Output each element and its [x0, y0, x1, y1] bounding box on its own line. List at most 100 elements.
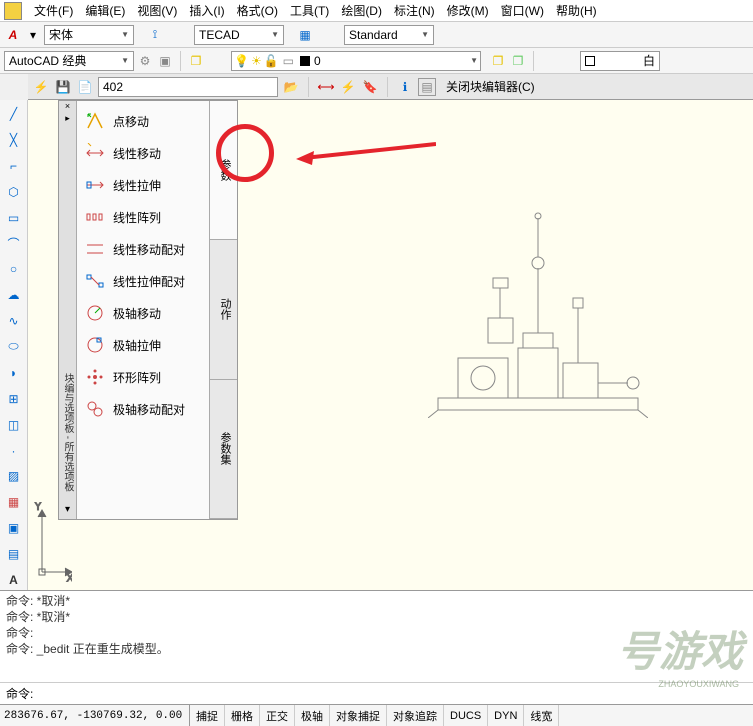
command-input[interactable] [37, 687, 747, 701]
menu-help[interactable]: 帮助(H) [550, 0, 603, 21]
workspace-select[interactable]: AutoCAD 经典 ▼ [4, 51, 134, 71]
status-osnap[interactable]: 对象捕捉 [330, 705, 387, 726]
drawing-canvas[interactable]: × ▸ 块编与选项板 - 所有选项板 ▾ 点移动 线性移动 线性拉伸 线性阵列 … [28, 100, 753, 590]
action-icon[interactable]: ⚡ [339, 78, 357, 96]
palette-item[interactable]: 线性移动 [81, 137, 205, 169]
polar-move-pair-icon [85, 399, 105, 419]
font-select[interactable]: 宋体 ▼ [44, 25, 134, 45]
menu-file[interactable]: 文件(F) [28, 0, 79, 21]
dim-style-select[interactable]: TECAD ▼ [194, 25, 284, 45]
status-coords[interactable]: 283676.67, -130769.32, 0.00 [0, 705, 190, 726]
gradient-tool-icon[interactable]: ▦ [4, 492, 24, 512]
app-icon [4, 2, 22, 20]
status-snap[interactable]: 捕捉 [190, 705, 225, 726]
block-name-input[interactable] [98, 77, 278, 97]
linear-array-icon [85, 207, 105, 227]
edit-block-icon[interactable]: ⚡ [32, 78, 50, 96]
spline-tool-icon[interactable]: ∿ [4, 311, 24, 331]
layer-manager-icon[interactable]: ❐ [187, 52, 205, 70]
menu-dim[interactable]: 标注(N) [388, 0, 441, 21]
attr-def-icon[interactable]: 🔖 [361, 78, 379, 96]
visibility-icon[interactable]: ℹ [396, 78, 414, 96]
arc-tool-icon[interactable]: ⌒ [4, 233, 24, 253]
command-line: 命令: *取消* [6, 609, 747, 625]
lock-icon: 🔓 [264, 54, 279, 68]
polyline-tool-icon[interactable]: ⌐ [4, 156, 24, 176]
menu-edit[interactable]: 编辑(E) [79, 0, 131, 21]
hatch-tool-icon[interactable]: ▨ [4, 466, 24, 486]
rectangle-tool-icon[interactable]: ▭ [4, 208, 24, 228]
menu-draw[interactable]: 绘图(D) [335, 0, 388, 21]
palette-item[interactable]: 极轴拉伸 [81, 329, 205, 361]
palette-item[interactable]: 线性拉伸配对 [81, 265, 205, 297]
status-otrack[interactable]: 对象追踪 [387, 705, 444, 726]
status-dyn[interactable]: DYN [488, 705, 524, 726]
menu-view[interactable]: 视图(V) [131, 0, 183, 21]
menu-format[interactable]: 格式(O) [231, 0, 284, 21]
status-ducs[interactable]: DUCS [444, 705, 488, 726]
save-block-as-icon[interactable]: 📄 [76, 78, 94, 96]
close-block-editor-button[interactable]: 关闭块编辑器(C) [440, 76, 541, 97]
palette-item-label: 线性拉伸 [113, 177, 161, 194]
dim-style-icon[interactable]: ⟟ [146, 26, 164, 44]
palette-auto-hide-icon[interactable]: ▸ [65, 113, 70, 124]
palette-list[interactable]: 点移动 线性移动 线性拉伸 线性阵列 线性移动配对 线性拉伸配对 极轴移动 极轴… [77, 101, 209, 519]
layer-states-icon[interactable]: ❐ [509, 52, 527, 70]
status-grid[interactable]: 栅格 [225, 705, 260, 726]
palette-item[interactable]: 点移动 [81, 105, 205, 137]
command-line: 命令: _bedit 正在重生成模型。 [6, 641, 747, 657]
status-ortho[interactable]: 正交 [260, 705, 295, 726]
ellipse-arc-tool-icon[interactable]: ◗ [4, 363, 24, 383]
palette-item[interactable]: 线性拉伸 [81, 169, 205, 201]
insert-block-tool-icon[interactable]: ⊞ [4, 389, 24, 409]
color-label: 白 [643, 52, 655, 69]
palette-close-icon[interactable]: × [65, 101, 70, 111]
xline-tool-icon[interactable]: ╳ [4, 130, 24, 150]
workspace-settings-icon[interactable]: ⚙ [136, 52, 154, 70]
ucs-icon: Y X [32, 502, 72, 582]
palette-item[interactable]: 极轴移动配对 [81, 393, 205, 425]
polygon-tool-icon[interactable]: ⬡ [4, 182, 24, 202]
circle-tool-icon[interactable]: ○ [4, 259, 24, 279]
make-block-tool-icon[interactable]: ◫ [4, 415, 24, 435]
layer-name: 0 [314, 54, 321, 68]
status-polar[interactable]: 极轴 [295, 705, 330, 726]
workspace-value: AutoCAD 经典 [9, 52, 86, 69]
param-icon[interactable]: ⟷ [317, 78, 335, 96]
menu-tools[interactable]: 工具(T) [284, 0, 335, 21]
layer-previous-icon[interactable]: ❐ [489, 52, 507, 70]
table-style-select[interactable]: Standard ▼ [344, 25, 434, 45]
text-style-dropdown-icon[interactable]: ▾ [24, 26, 42, 44]
palette-item[interactable]: 极轴移动 [81, 297, 205, 329]
palette-item[interactable]: 线性移动配对 [81, 233, 205, 265]
table-tool-icon[interactable]: ▤ [4, 544, 24, 564]
text-style-icon[interactable]: A [4, 26, 22, 44]
status-lwt[interactable]: 线宽 [524, 705, 559, 726]
menu-modify[interactable]: 修改(M) [441, 0, 495, 21]
point-tool-icon[interactable]: · [4, 441, 24, 461]
block-drawing [428, 208, 648, 418]
ellipse-tool-icon[interactable]: ⬭ [4, 337, 24, 357]
open-block-icon[interactable]: 📂 [282, 78, 300, 96]
palette-tab-paramsets[interactable]: 参数集 [210, 380, 237, 519]
color-select[interactable]: 白 [580, 51, 660, 71]
revcloud-tool-icon[interactable]: ☁ [4, 285, 24, 305]
table-style-icon[interactable]: ▦ [296, 26, 314, 44]
workspace-save-icon[interactable]: ▣ [156, 52, 174, 70]
annotation-circle [216, 124, 274, 182]
region-tool-icon[interactable]: ▣ [4, 518, 24, 538]
palette-item[interactable]: 线性阵列 [81, 201, 205, 233]
mtext-tool-icon[interactable]: A [4, 570, 24, 590]
polar-move-icon [85, 303, 105, 323]
command-history: 命令: *取消* 命令: *取消* 命令: 命令: _bedit 正在重生成模型… [0, 590, 753, 682]
palette-tab-actions[interactable]: 动作 [210, 240, 237, 379]
line-tool-icon[interactable]: ╱ [4, 104, 24, 124]
palette-titlebar[interactable]: × ▸ 块编与选项板 - 所有选项板 ▾ [59, 101, 77, 519]
layer-select[interactable]: 💡 ☀ 🔓 ▭ 0 ▼ [231, 51, 481, 71]
palette-toggle-icon[interactable]: ▤ [418, 78, 436, 96]
svg-text:Y: Y [34, 502, 42, 513]
menu-insert[interactable]: 插入(I) [183, 0, 230, 21]
menu-window[interactable]: 窗口(W) [495, 0, 550, 21]
save-block-icon[interactable]: 💾 [54, 78, 72, 96]
palette-item[interactable]: 环形阵列 [81, 361, 205, 393]
